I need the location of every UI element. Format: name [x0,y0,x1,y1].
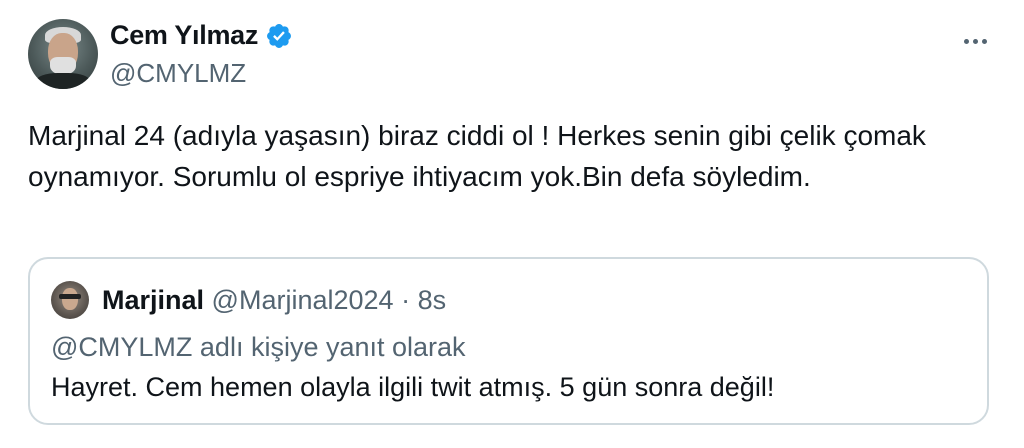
quoted-author-avatar [51,281,89,319]
quoted-author-handle: @Marjinal2024 [211,285,394,315]
quoted-separator: · [401,285,411,315]
quoted-tweet-card[interactable]: Marjinal @Marjinal2024 · 8s @CMYLMZ adlı… [28,257,989,425]
tweet-text: Marjinal 24 (adıyla yaşasın) biraz ciddi… [28,120,926,192]
quoted-avatar-glasses [59,294,81,299]
quoted-time: 8s [417,285,447,315]
verified-badge-icon [267,23,292,48]
more-dot [981,38,987,44]
quoted-avatar-face [62,288,78,310]
quoted-text: Hayret. Cem hemen olayla ilgili twit atm… [51,372,775,402]
more-dot [972,38,978,44]
author-avatar[interactable] [28,19,98,89]
author-handle[interactable]: @CMYLMZ [110,58,246,89]
more-dot [963,38,969,44]
avatar-shirt [36,73,90,89]
quoted-author-name: Marjinal [102,285,205,315]
quoted-header: Marjinal @Marjinal2024 · 8s [102,285,446,316]
quoted-reply-context: @CMYLMZ adlı kişiye yanıt olarak [51,332,466,362]
author-name-row[interactable]: Cem Yılmaz [110,20,293,51]
more-options-icon[interactable] [955,26,995,56]
author-name[interactable]: Cem Yılmaz [110,20,258,51]
